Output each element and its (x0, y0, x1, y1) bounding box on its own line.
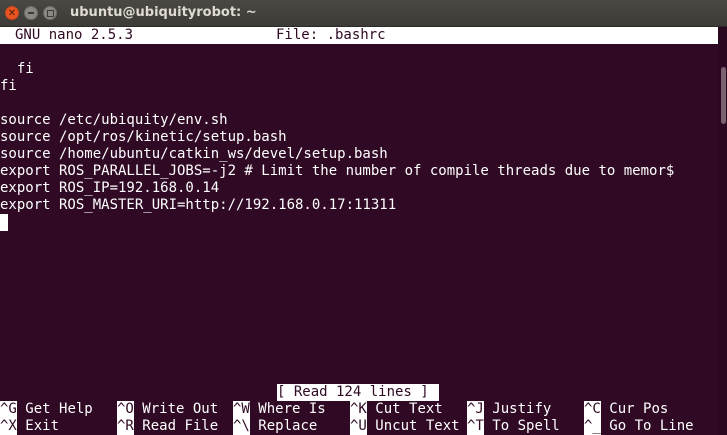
shortcut-key: ^X (0, 418, 17, 435)
status-message: [ Read 124 lines ] (277, 384, 439, 401)
scrollbar[interactable] (718, 27, 727, 435)
shortcut-cur-pos[interactable]: ^C Cur Pos (584, 401, 668, 418)
shortcut-label: Cut Text (375, 401, 443, 417)
buffer-line[interactable]: fi (0, 78, 17, 95)
buffer-line[interactable]: source /opt/ros/kinetic/setup.bash (0, 129, 287, 146)
terminal-area[interactable]: GNU nano 2.5.3 File: .bashrc fi fi sourc… (0, 27, 718, 435)
shortcut-label: Where Is (258, 401, 326, 417)
buffer-line[interactable]: export ROS_PARALLEL_JOBS=-j2 # Limit the… (0, 163, 674, 180)
shortcut-label: Uncut Text (375, 418, 460, 434)
shortcut-key: ^U (350, 418, 367, 435)
shortcut-key: ^J (467, 401, 484, 418)
maximize-icon[interactable] (43, 6, 57, 20)
shortcut-get-help[interactable]: ^G Get Help (0, 401, 93, 418)
close-icon[interactable]: ✕ (5, 6, 19, 20)
shortcut-key: ^W (233, 401, 250, 418)
shortcut-key: ^K (350, 401, 367, 418)
scrollbar-thumb[interactable] (721, 67, 726, 124)
buffer-line[interactable]: fi (0, 61, 34, 78)
shortcut-label: Exit (25, 418, 60, 434)
shortcut-key: ^C (584, 401, 601, 418)
shortcut-key: ^O (117, 401, 134, 418)
shortcut-key: ^\ (233, 418, 250, 435)
shortcut-label: Cur Pos (609, 401, 669, 417)
shortcut-uncut-text[interactable]: ^U Uncut Text (350, 418, 460, 435)
buffer-line[interactable]: export ROS_IP=192.168.0.14 (0, 180, 219, 197)
status-text: [ Read 124 lines ] (277, 384, 429, 400)
shortcut-write-out[interactable]: ^O Write Out (117, 401, 218, 418)
minimize-icon[interactable] (24, 6, 38, 20)
buffer-line[interactable]: export ROS_MASTER_URI=http://192.168.0.1… (0, 197, 396, 214)
shortcut-label: Replace (258, 418, 318, 434)
shortcut-label: Go To Line (609, 418, 694, 434)
shortcut-go-to-line[interactable]: ^_ Go To Line (584, 418, 694, 435)
nano-version: GNU nano 2.5.3 (15, 27, 134, 43)
shortcut-exit[interactable]: ^X Exit (0, 418, 59, 435)
shortcut-replace[interactable]: ^\ Replace (233, 418, 317, 435)
shortcut-label: Read File (142, 418, 219, 434)
shortcut-to-spell[interactable]: ^T To Spell (467, 418, 560, 435)
shortcut-label: Get Help (25, 401, 93, 417)
shortcut-label: Write Out (142, 401, 219, 417)
shortcut-justify[interactable]: ^J Justify (467, 401, 551, 418)
shortcut-label: To Spell (492, 418, 560, 434)
shortcut-key: ^R (117, 418, 134, 435)
nano-header: GNU nano 2.5.3 File: .bashrc (0, 27, 718, 44)
shortcut-read-file[interactable]: ^R Read File (117, 418, 218, 435)
buffer-line[interactable]: source /etc/ubiquity/env.sh (0, 112, 228, 129)
nano-file-label: File: .bashrc (276, 27, 386, 43)
shortcut-key: ^_ (584, 418, 601, 435)
shortcut-key: ^T (467, 418, 484, 435)
shortcut-where-is[interactable]: ^W Where Is (233, 401, 326, 418)
shortcut-label: Justify (492, 401, 552, 417)
window-title: ubuntu@ubiquityrobot: ~ (70, 5, 257, 20)
shortcut-cut-text[interactable]: ^K Cut Text (350, 401, 443, 418)
shortcut-key: ^G (0, 401, 17, 418)
window-titlebar[interactable]: ✕ ubuntu@ubiquityrobot: ~ (0, 0, 727, 27)
buffer-line[interactable]: source /home/ubuntu/catkin_ws/devel/setu… (0, 146, 388, 163)
text-cursor (0, 214, 8, 231)
